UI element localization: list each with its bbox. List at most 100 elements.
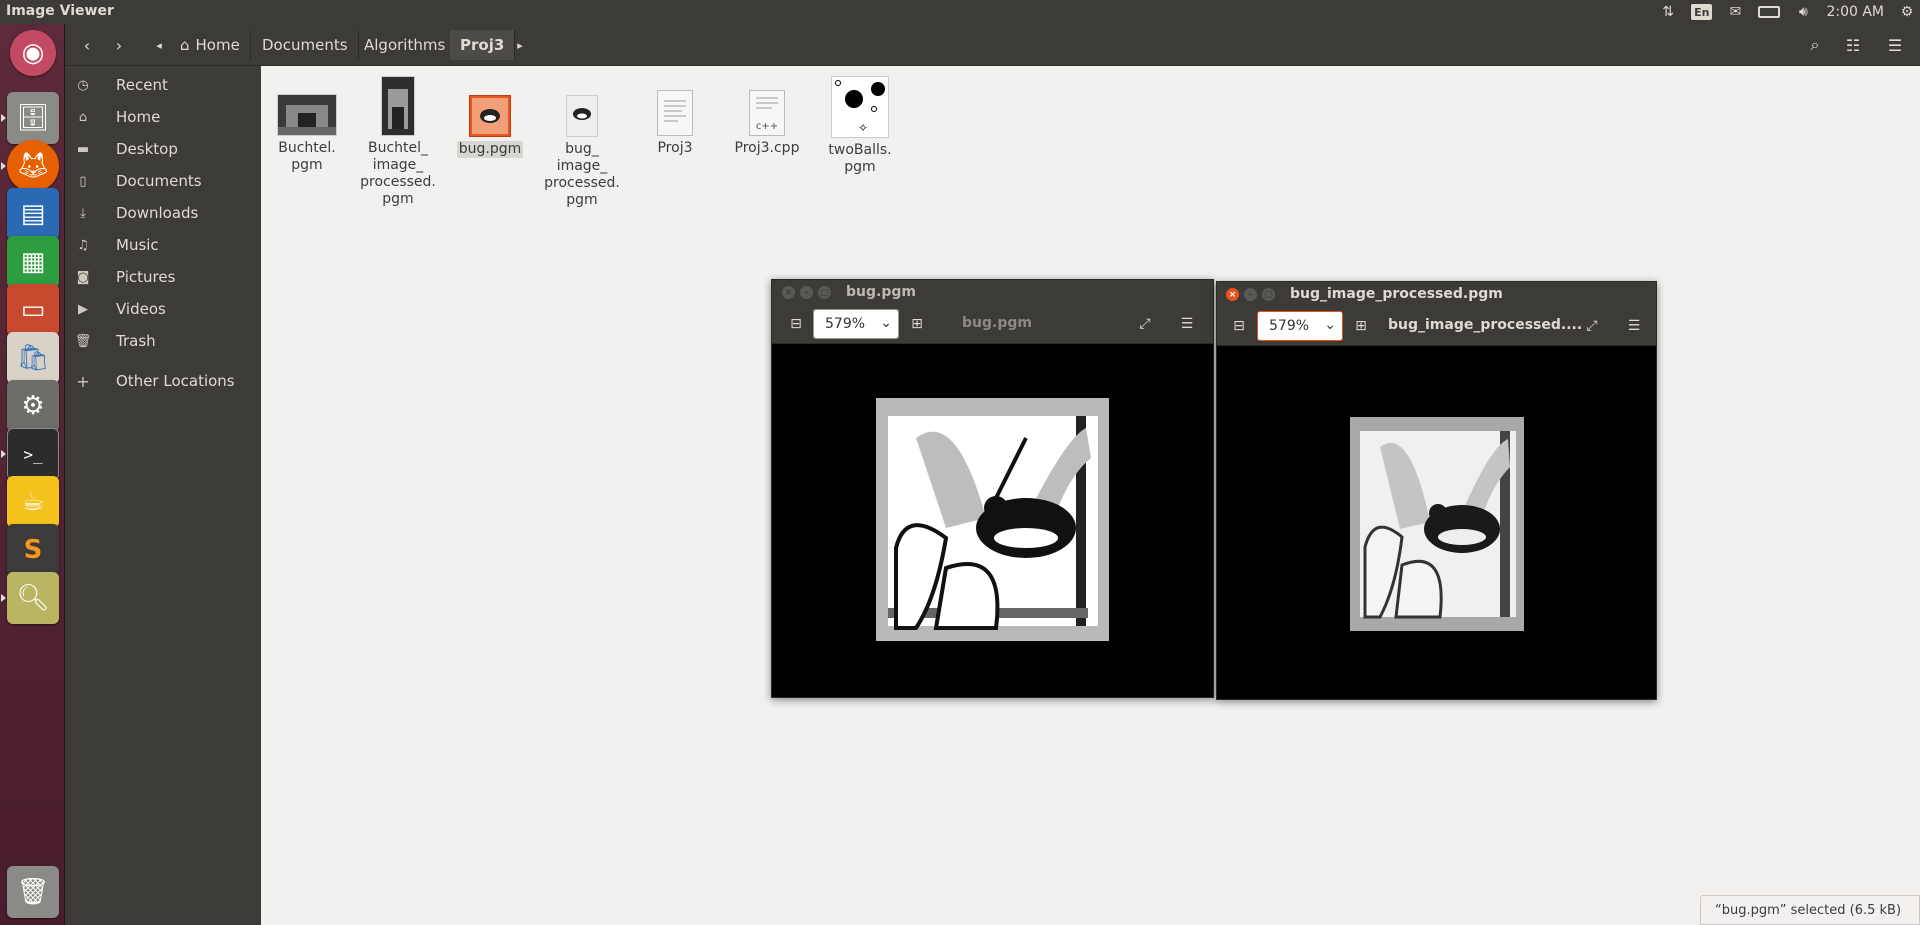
volume-icon[interactable]: 🔊︎ (1794, 2, 1812, 22)
fullscreen-icon[interactable]: ⤢ (1133, 312, 1157, 336)
writer-icon[interactable]: ▤ (7, 188, 59, 240)
keyboard-layout-indicator[interactable]: En (1691, 4, 1713, 20)
firefox-icon[interactable]: 🦊︎ (7, 140, 59, 192)
network-icon[interactable]: ⇅ (1659, 2, 1677, 22)
sidebar-item-home[interactable]: ⌂ Home (65, 103, 261, 131)
home-icon: ⌂ (78, 109, 88, 125)
menu-icon[interactable]: ☰ (1175, 312, 1199, 336)
clock[interactable]: 2:00 AM (1826, 2, 1884, 22)
file-item-twoballs[interactable]: ✧ twoBalls. pgm (817, 76, 903, 176)
image-viewer-window-bug[interactable]: × – □ bug.pgm ⊟ 579% ⌄ ⊞ bug.pgm ⤢ ☰ (771, 279, 1214, 698)
running-indicator (1, 450, 6, 458)
zoom-value[interactable]: 579% (1269, 318, 1309, 334)
zoom-in-button[interactable]: ⊞ (1349, 314, 1373, 338)
menu-icon[interactable]: ☰ (1622, 314, 1646, 338)
window-titlebar[interactable]: × – □ bug_image_processed.pgm (1217, 282, 1656, 306)
viewer-toolbar: ⊟ 579% ⌄ ⊞ bug_image_processed.... ⤢ ☰ (1217, 306, 1656, 346)
image-viewer-icon[interactable]: 🔍︎ (7, 572, 59, 624)
maximize-icon[interactable]: □ (1262, 288, 1275, 301)
menu-icon[interactable]: ☰ (1880, 32, 1910, 58)
breadcrumb-algorithms[interactable]: Algorithms (354, 30, 457, 60)
zoom-combo[interactable]: 579% ⌄ (813, 309, 899, 339)
breadcrumb-label: Proj3 (460, 36, 505, 54)
file-item-proj3[interactable]: Proj3 (632, 90, 718, 157)
sidebar-item-downloads[interactable]: ⤓ Downloads (65, 199, 261, 227)
zoom-in-button[interactable]: ⊞ (905, 312, 929, 336)
breadcrumb-label: Home (195, 36, 240, 54)
bug-thumbnail (566, 95, 598, 137)
breadcrumb-left-arrow[interactable]: ◂ (151, 32, 167, 58)
places-sidebar: ◷ Recent ⌂ Home ▬ Desktop ▯ Documents ⤓ Downl… (65, 66, 261, 925)
close-icon[interactable]: × (782, 286, 795, 299)
sidebar-item-other-locations[interactable]: + Other Locations (65, 367, 261, 395)
settings-icon[interactable]: ⚙ (7, 380, 59, 432)
document-icon: ▯ (79, 173, 87, 189)
zoom-out-button[interactable]: ⊟ (1227, 314, 1251, 338)
music-icon: ♫ (77, 237, 89, 253)
app-title: Image Viewer (6, 3, 114, 19)
file-label: Buchtel_ image_ processed. pgm (360, 140, 436, 207)
back-button[interactable]: ‹ (75, 32, 99, 58)
window-titlebar[interactable]: × – □ bug.pgm (772, 280, 1213, 304)
zoom-combo[interactable]: 579% ⌄ (1257, 311, 1343, 341)
calc-icon[interactable]: ▦ (7, 236, 59, 288)
minimize-icon[interactable]: – (800, 286, 813, 299)
sidebar-item-videos[interactable]: ▶ Videos (65, 295, 261, 323)
bug-image (1350, 417, 1524, 631)
maximize-icon[interactable]: □ (818, 286, 831, 299)
file-item-bug[interactable]: bug.pgm (447, 95, 533, 158)
teapot-icon[interactable]: ☕︎ (7, 476, 59, 528)
file-item-buchtel[interactable]: Buchtel. pgm (264, 94, 350, 174)
view-options-icon[interactable]: ☷ (1838, 32, 1868, 58)
gear-icon[interactable]: ⚙ (1898, 2, 1916, 22)
files-app-icon[interactable]: 🗄︎ (7, 92, 59, 144)
sublime-text-icon[interactable]: S (7, 524, 59, 576)
bug-thumbnail (469, 95, 511, 137)
sidebar-item-recent[interactable]: ◷ Recent (65, 71, 261, 99)
impress-icon[interactable]: ▭ (7, 284, 59, 336)
forward-button[interactable]: › (107, 32, 131, 58)
sidebar-item-label: Home (116, 108, 161, 126)
sidebar-item-music[interactable]: ♫ Music (65, 231, 261, 259)
sidebar-item-desktop[interactable]: ▬ Desktop (65, 135, 261, 163)
breadcrumb-home[interactable]: ⌂ Home (170, 30, 251, 60)
image-canvas[interactable] (772, 344, 1213, 697)
sidebar-item-documents[interactable]: ▯ Documents (65, 167, 261, 195)
sidebar-item-trash[interactable]: 🗑︎ Trash (65, 327, 261, 355)
breadcrumb-documents[interactable]: Documents (252, 30, 359, 60)
breadcrumb-label: Documents (262, 36, 348, 54)
trash-icon[interactable]: 🗑︎ (7, 866, 59, 918)
chevron-down-icon: ⌄ (880, 315, 892, 331)
zoom-value: 579% (825, 316, 866, 332)
close-icon[interactable]: × (1226, 288, 1239, 301)
image-name: bug_image_processed.... (1388, 317, 1583, 333)
file-item-bug-processed[interactable]: bug_ image_ processed. pgm (539, 95, 625, 209)
sidebar-item-label: Desktop (116, 140, 178, 158)
image-viewer-window-bug-processed[interactable]: × – □ bug_image_processed.pgm ⊟ 579% ⌄ ⊞… (1216, 281, 1657, 700)
sidebar-item-label: Music (116, 236, 159, 254)
minimize-icon[interactable]: – (1244, 288, 1257, 301)
fullscreen-icon[interactable]: ⤢ (1580, 314, 1604, 338)
sidebar-item-pictures[interactable]: ◙ Pictures (65, 263, 261, 291)
running-indicator (1, 162, 6, 170)
viewer-toolbar: ⊟ 579% ⌄ ⊞ bug.pgm ⤢ ☰ (772, 304, 1213, 344)
trash-icon: 🗑︎ (74, 333, 92, 349)
breadcrumb-right-arrow[interactable]: ▸ (512, 32, 528, 58)
software-center-icon[interactable]: 🛍︎ (7, 332, 59, 384)
home-icon: ⌂ (180, 36, 190, 54)
folder-icon: ▬ (76, 141, 90, 157)
search-icon[interactable]: ⌕ (1800, 32, 1830, 58)
files-header-bar: ‹ › ◂ ⌂ Home Documents Algorithms Proj3 … (65, 24, 1920, 66)
breadcrumb-proj3[interactable]: Proj3 (450, 30, 516, 60)
zoom-out-button[interactable]: ⊟ (784, 312, 808, 336)
battery-icon[interactable] (1758, 6, 1781, 18)
mail-icon[interactable]: ✉ (1726, 2, 1744, 22)
image-canvas[interactable] (1217, 346, 1656, 699)
file-item-proj3-cpp[interactable]: c++ Proj3.cpp (724, 90, 810, 157)
ubuntu-logo-icon[interactable]: ◉ (10, 30, 56, 76)
terminal-icon[interactable]: >_ (7, 428, 59, 480)
cpp-file-icon: c++ (749, 90, 785, 136)
sidebar-item-label: Pictures (116, 268, 176, 286)
file-item-buchtel-processed[interactable]: Buchtel_ image_ processed. pgm (355, 76, 441, 208)
download-icon: ⤓ (80, 205, 86, 221)
